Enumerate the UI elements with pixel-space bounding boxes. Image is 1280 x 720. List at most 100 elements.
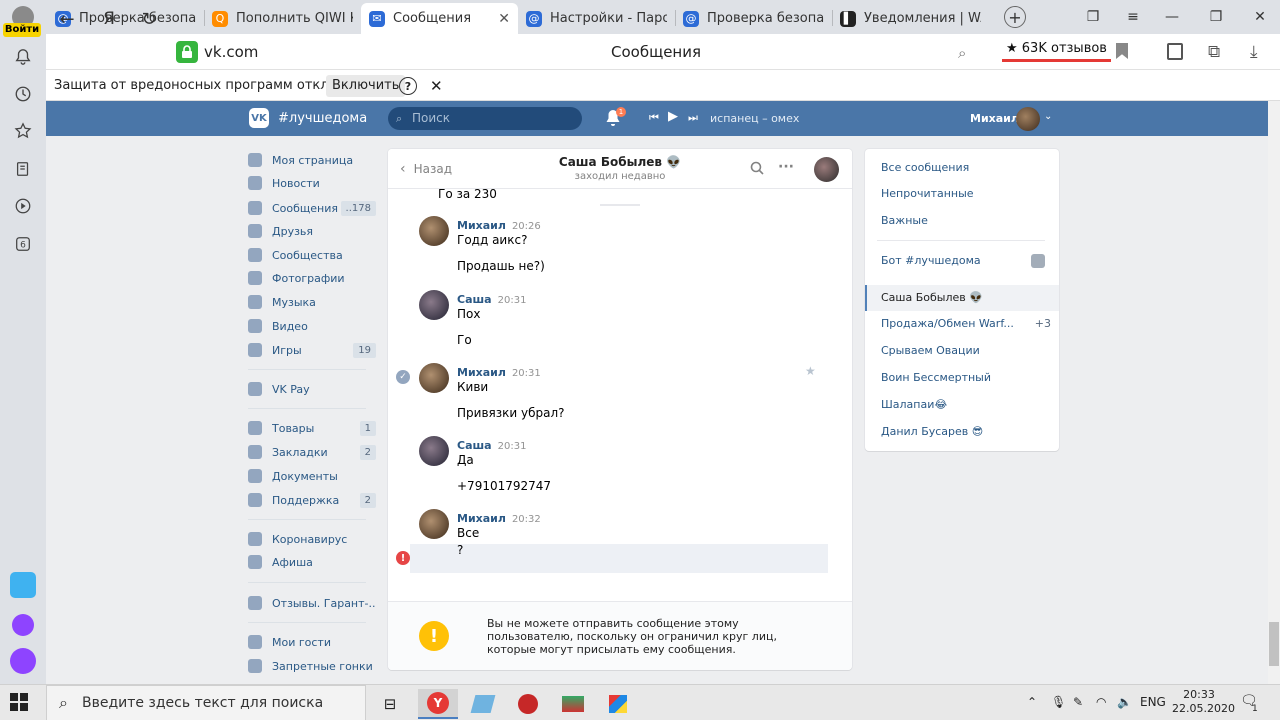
menu-item-4[interactable]: Друзья [248,220,376,242]
conversation-item-4[interactable]: Воин Бессмертный [881,367,1051,387]
menu-item-16[interactable]: Афиша [248,551,376,573]
menu-item-1[interactable]: Моя страница [248,149,376,171]
minimize-icon[interactable]: — [1162,8,1182,26]
help-icon[interactable]: ? [399,77,417,95]
play-circle-icon[interactable] [12,195,34,217]
menu-item-17[interactable]: Отзывы. Гарант-.. [248,592,376,614]
vk-logo-icon[interactable]: VK [249,108,269,128]
menu-item-13[interactable]: Документы [248,465,376,487]
bot-conversation[interactable]: Бот #лучшедома [881,250,1051,270]
login-button[interactable]: Войти [3,3,43,39]
input-language[interactable]: ENG [1140,695,1166,709]
menu-item-11[interactable]: Товары 1 [248,417,376,439]
cube-app-icon[interactable] [598,689,638,719]
menu-item-7[interactable]: Музыка [248,291,376,313]
close-tab-icon[interactable]: ✕ [498,11,510,27]
menu-item-15[interactable]: Коронавирус [248,528,376,550]
history-icon[interactable] [12,83,34,105]
message-author[interactable]: Михаил [457,512,506,525]
message-time[interactable]: 20:31 [498,441,527,452]
vk-user-name[interactable]: Михаил [970,112,1019,125]
vk-hashtag[interactable]: #лучшедома [278,111,367,126]
alice-assistant-icon[interactable] [10,648,36,674]
menu-item-5[interactable]: Сообщества [248,244,376,266]
download-icon[interactable]: ⤓ [1250,42,1258,62]
alice-app-icon[interactable] [12,614,34,636]
menu-item-14[interactable]: Поддержка 2 [248,489,376,511]
close-window-icon[interactable]: ✕ [1250,8,1270,26]
counter-badge-icon[interactable]: 6 [12,233,34,255]
scrollbar-thumb[interactable] [1269,622,1279,666]
filter-item-2[interactable]: Непрочитанные [881,183,1051,203]
tab-2[interactable]: Q Пополнить QIWI Ко [204,3,361,34]
taskbar-search-input[interactable]: ⌕ Введите здесь текст для поиска [46,685,366,720]
tabs-overview-icon[interactable]: ❐ [1083,8,1103,26]
menu-item-6[interactable]: Фотографии [248,267,376,289]
game-launcher-icon[interactable] [553,689,593,719]
menu-icon[interactable]: ≡ [1123,8,1143,26]
menu-item-9[interactable]: Игры 19 [248,339,376,361]
star-icon[interactable] [12,120,34,142]
menu-item-3[interactable]: Сообщения ..178 [248,197,376,219]
message-avatar[interactable] [419,436,449,466]
conversation-item-1[interactable]: Саша Бобылев 👽 [881,287,1051,307]
next-track-icon[interactable]: ⏭ [688,111,698,125]
protect-shield-icon[interactable] [1167,43,1183,60]
tab-5[interactable]: @ Проверка безопасн [675,3,832,34]
message-time[interactable]: 20:31 [512,368,541,379]
tab-4[interactable]: @ Настройки - Пароль [518,3,675,34]
menu-item-2[interactable]: Новости [248,172,376,194]
collections-icon[interactable] [12,158,34,180]
menu-item-8[interactable]: Видео [248,315,376,337]
yandex-browser-taskbar-icon[interactable]: Y [418,689,458,719]
extensions-icon[interactable]: ⧉ [1208,42,1220,62]
vk-user-avatar[interactable] [1016,107,1040,131]
game-app-icon[interactable] [508,689,548,719]
menu-item-18[interactable]: Мои гости [248,631,376,653]
check-icon[interactable]: ✓ [396,370,410,384]
message-avatar[interactable] [419,216,449,246]
new-tab-button[interactable]: + [1004,6,1026,28]
lock-icon[interactable] [176,41,198,63]
notes-app-icon[interactable] [463,689,503,719]
tab-3[interactable]: ✉ Сообщения ✕ [361,3,518,34]
menu-item-19[interactable]: Запретные гонки [248,655,376,677]
filter-item-1[interactable]: Все сообщения [881,157,1051,177]
error-icon[interactable]: ! [396,551,410,565]
conversation-item-6[interactable]: Данил Бусарев 😎 [881,421,1051,441]
taskbar-clock[interactable]: 20:33 22.05.2020 [1172,688,1235,716]
search-page-icon[interactable]: ⌕ [958,44,966,62]
tray-chevron-icon[interactable]: ⌃ [1027,695,1037,709]
enable-protection-button[interactable]: Включить [326,75,406,97]
meet-now-icon[interactable]: ✎ [1073,695,1083,709]
message-author[interactable]: Михаил [457,366,506,379]
video-app-icon[interactable] [10,572,36,598]
conversation-item-5[interactable]: Шалапаи😂 [881,394,1051,414]
filter-item-3[interactable]: Важные [881,210,1051,230]
restore-icon[interactable]: ❐ [1206,8,1226,26]
message-avatar[interactable] [419,509,449,539]
selected-message-row[interactable] [410,544,828,573]
current-track[interactable]: испанец – омех [710,112,799,125]
task-view-icon[interactable]: ⊟ [370,689,410,719]
message-author[interactable]: Михаил [457,219,506,232]
message-author[interactable]: Саша [457,439,492,452]
reload-icon[interactable]: ↻ [138,8,160,30]
reviews-badge[interactable]: ★ 63K отзывов [1002,38,1111,62]
tab-6[interactable]: ▌ Уведомления | WARI [832,3,989,34]
message-author[interactable]: Саша [457,293,492,306]
wifi-icon[interactable]: ◠ [1096,695,1106,709]
more-options-icon[interactable]: ··· [778,159,794,175]
message-time[interactable]: 20:26 [512,221,541,232]
back-arrow-icon[interactable]: ← [56,8,78,30]
close-infobar-icon[interactable]: ✕ [430,77,443,95]
message-time[interactable]: 20:31 [498,295,527,306]
chat-partner-name[interactable]: Саша Бобылев 👽 [538,155,702,169]
message-avatar[interactable] [419,290,449,320]
play-icon[interactable]: ▶ [668,109,678,124]
microphone-icon[interactable]: 🎙 [1051,695,1066,709]
windows-start-icon[interactable] [10,693,28,711]
conversation-item-2[interactable]: Продажа/Обмен Warf... +3 [881,313,1051,333]
conversation-item-3[interactable]: Срываем Овации [881,340,1051,360]
yandex-icon[interactable]: Я [98,8,120,30]
